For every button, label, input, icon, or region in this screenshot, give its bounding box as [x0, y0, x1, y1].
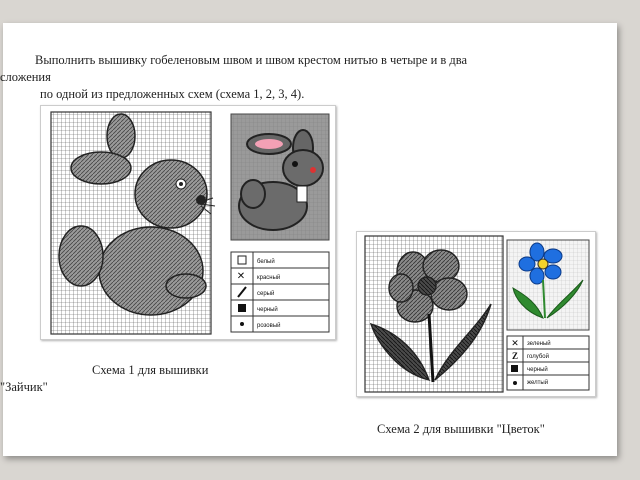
legend-label: зеленый — [527, 340, 551, 347]
rabbit-photo — [230, 113, 330, 241]
legend-label: красный — [257, 274, 280, 281]
task-line-3: по одной из предложенных схем (схема 1, … — [40, 87, 305, 101]
rabbit-scheme-caption: Схема 1 для вышивки "Зайчик" — [0, 362, 300, 396]
flower-photo — [506, 239, 590, 331]
svg-text:✕: ✕ — [237, 271, 245, 282]
flower-legend: ✕ Z зеленый голубой черный желтый — [506, 335, 590, 391]
rabbit-pattern-grid — [50, 111, 216, 335]
task-line-2: сложения — [0, 70, 51, 84]
svg-text:Z: Z — [512, 351, 518, 361]
legend-label: белый — [257, 258, 275, 265]
task-text: Выполнить вышивку гобеленовым швом и шво… — [0, 52, 600, 103]
flower-scheme-caption: Схема 2 для вышивки "Цветок" — [377, 422, 545, 436]
svg-text:✕: ✕ — [511, 338, 519, 348]
legend-label: голубой — [527, 353, 549, 360]
legend-label: розовый — [257, 322, 280, 329]
rabbit-scheme-image: ✕ белый красный серый черный розовый — [40, 105, 336, 340]
legend-label: желтый — [527, 379, 548, 386]
rabbit-caption-line-2: "Зайчик" — [0, 380, 48, 394]
flower-scheme-image: ✕ Z зеленый голубой черный желтый — [356, 231, 596, 397]
legend-label: черный — [527, 366, 548, 373]
flower-pattern-grid — [364, 235, 504, 393]
rabbit-legend: ✕ белый красный серый черный розовый — [230, 251, 330, 333]
task-line-1: Выполнить вышивку гобеленовым швом и шво… — [35, 53, 468, 67]
legend-label: черный — [257, 306, 278, 313]
rabbit-caption-line-1: Схема 1 для вышивки — [92, 363, 209, 377]
legend-label: серый — [257, 290, 274, 297]
